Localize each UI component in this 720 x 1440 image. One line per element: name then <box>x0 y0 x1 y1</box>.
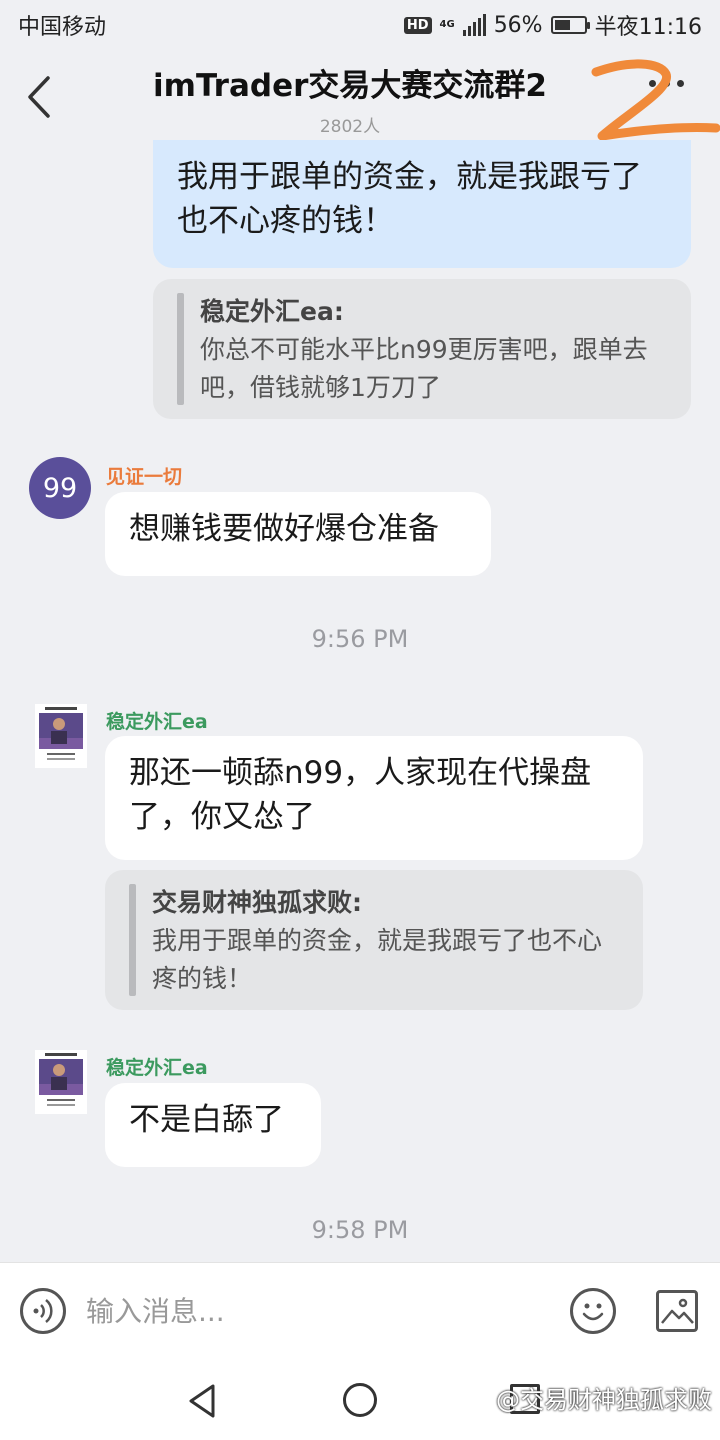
quote-author: 稳定外汇ea: <box>200 297 344 326</box>
signal-icon <box>462 14 486 36</box>
quote-text: 我用于跟单的资金，就是我跟亏了也不心疼的钱！ <box>152 926 603 993</box>
quoted-message[interactable]: 稳定外汇ea: 你总不可能水平比n99更厉害吧，跟单去吧，借钱就够1万刀了 <box>153 279 691 419</box>
quote-text: 你总不可能水平比n99更厉害吧，跟单去吧，借钱就够1万刀了 <box>200 335 648 402</box>
sender-name: 稳定外汇ea <box>106 1057 208 1079</box>
status-bar: 中国移动 HD 4G 56% 半夜11:16 <box>0 0 720 50</box>
battery-fill <box>554 20 571 30</box>
network-label: 4G <box>439 19 455 30</box>
timestamp: 9:58 PM <box>311 1216 409 1244</box>
sender-name: 见证一切 <box>106 466 183 488</box>
clock: 半夜11:16 <box>594 15 702 40</box>
system-nav-bar: @交易财神独孤求败 <box>0 1362 720 1440</box>
emoji-icon[interactable] <box>570 1288 616 1334</box>
message-input[interactable]: 输入消息... <box>86 1289 546 1335</box>
carrier-label: 中国移动 <box>18 15 107 40</box>
image-icon[interactable] <box>656 1290 698 1332</box>
annotation-scribble <box>591 59 720 141</box>
avatar[interactable] <box>35 1050 87 1114</box>
message-bubble[interactable]: 想赚钱要做好爆仓准备 <box>105 492 491 576</box>
quote-author: 交易财神独孤求败: <box>152 888 362 917</box>
message-bubble[interactable]: 那还一顿舔n99，人家现在代操盘了，你又怂了 <box>105 736 643 860</box>
input-bar: 输入消息... <box>0 1262 720 1362</box>
nav-home-icon[interactable] <box>343 1383 377 1417</box>
voice-icon[interactable] <box>20 1288 66 1334</box>
hd-icon: HD <box>403 16 432 34</box>
avatar[interactable]: 99 <box>29 457 91 519</box>
quoted-message[interactable]: 交易财神独孤求败: 我用于跟单的资金，就是我跟亏了也不心疼的钱！ <box>105 870 643 1010</box>
sender-name: 稳定外汇ea <box>106 711 208 733</box>
timestamp: 9:56 PM <box>311 625 409 653</box>
avatar[interactable] <box>35 704 87 768</box>
battery-icon <box>550 16 590 34</box>
nav-back-icon[interactable] <box>185 1382 219 1420</box>
status-icons: HD 4G 56% 半夜11:16 <box>403 9 702 41</box>
watermark: @交易财神独孤求败 <box>496 1386 712 1414</box>
message-bubble[interactable]: 不是白舔了 <box>105 1083 321 1167</box>
chat-header: imTrader交易大赛交流群2 2802人 <box>0 50 720 141</box>
message-bubble-self[interactable]: 我用于跟单的资金，就是我跟亏了也不心疼的钱！ <box>153 140 691 268</box>
battery-percent: 56% <box>493 12 543 38</box>
